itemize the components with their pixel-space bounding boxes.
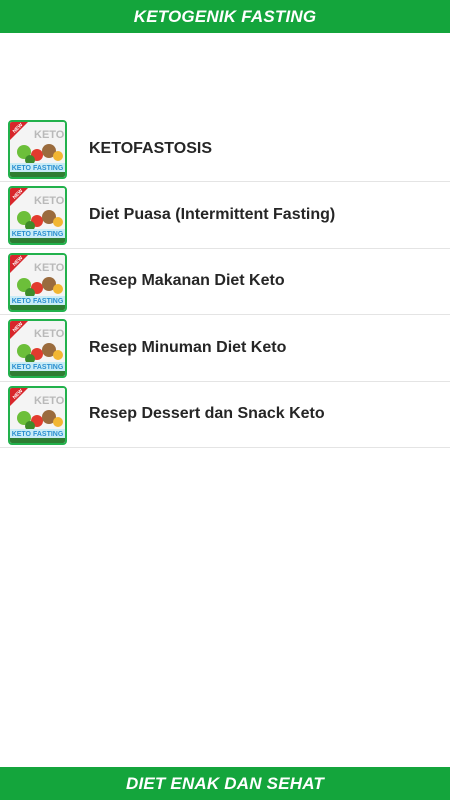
svg-text:KETO FASTING: KETO FASTING [12,431,64,438]
menu-item-resep-makanan[interactable]: KETO KETO FASTING NEW Resep Makanan Diet… [0,249,450,315]
menu-item-resep-minuman[interactable]: KETO KETO FASTING NEW Resep Minuman Diet… [0,315,450,382]
menu-item-label: Resep Minuman Diet Keto [89,338,287,356]
menu-item-diet-puasa[interactable]: KETO KETO FASTING NEW Diet Puasa (Interm… [0,182,450,249]
svg-text:KETO: KETO [34,262,65,274]
menu-list: KETO KETO FASTING NEW KETOFASTOSIS KETO … [0,116,450,448]
keto-thumbnail-icon: KETO KETO FASTING NEW [8,186,67,245]
svg-text:KETO: KETO [34,129,65,141]
menu-item-label: Diet Puasa (Intermittent Fasting) [89,205,336,223]
svg-text:KETO: KETO [34,195,65,207]
keto-thumbnail-icon: KETO KETO FASTING NEW [8,319,67,378]
keto-thumbnail-icon: KETO KETO FASTING NEW [8,120,67,179]
svg-text:KETO FASTING: KETO FASTING [12,231,64,238]
menu-item-label: Resep Dessert dan Snack Keto [89,405,325,423]
svg-text:KETO FASTING: KETO FASTING [12,298,64,305]
footer-title: DIET ENAK DAN SEHAT [125,773,325,793]
menu-item-label: Resep Makanan Diet Keto [89,272,285,290]
header-title: KETOGENIK FASTING [133,6,317,26]
svg-text:KETO FASTING: KETO FASTING [12,364,64,371]
menu-item-ketofastosis[interactable]: KETO KETO FASTING NEW KETOFASTOSIS [0,116,450,182]
svg-text:KETO: KETO [34,395,65,407]
svg-text:KETO: KETO [34,328,65,340]
menu-item-label: KETOFASTOSIS [89,139,212,157]
svg-text:KETO FASTING: KETO FASTING [12,165,64,172]
menu-item-resep-dessert[interactable]: KETO KETO FASTING NEW Resep Dessert dan … [0,382,450,448]
footer-bar: DIET ENAK DAN SEHAT [0,767,450,800]
keto-thumbnail-icon: KETO KETO FASTING NEW [8,385,67,445]
keto-thumbnail-icon: KETO KETO FASTING NEW [8,252,67,312]
app-screen: KETOGENIK FASTING KETO KETO FASTING NEW [0,0,450,800]
header-bar: KETOGENIK FASTING [0,0,450,33]
